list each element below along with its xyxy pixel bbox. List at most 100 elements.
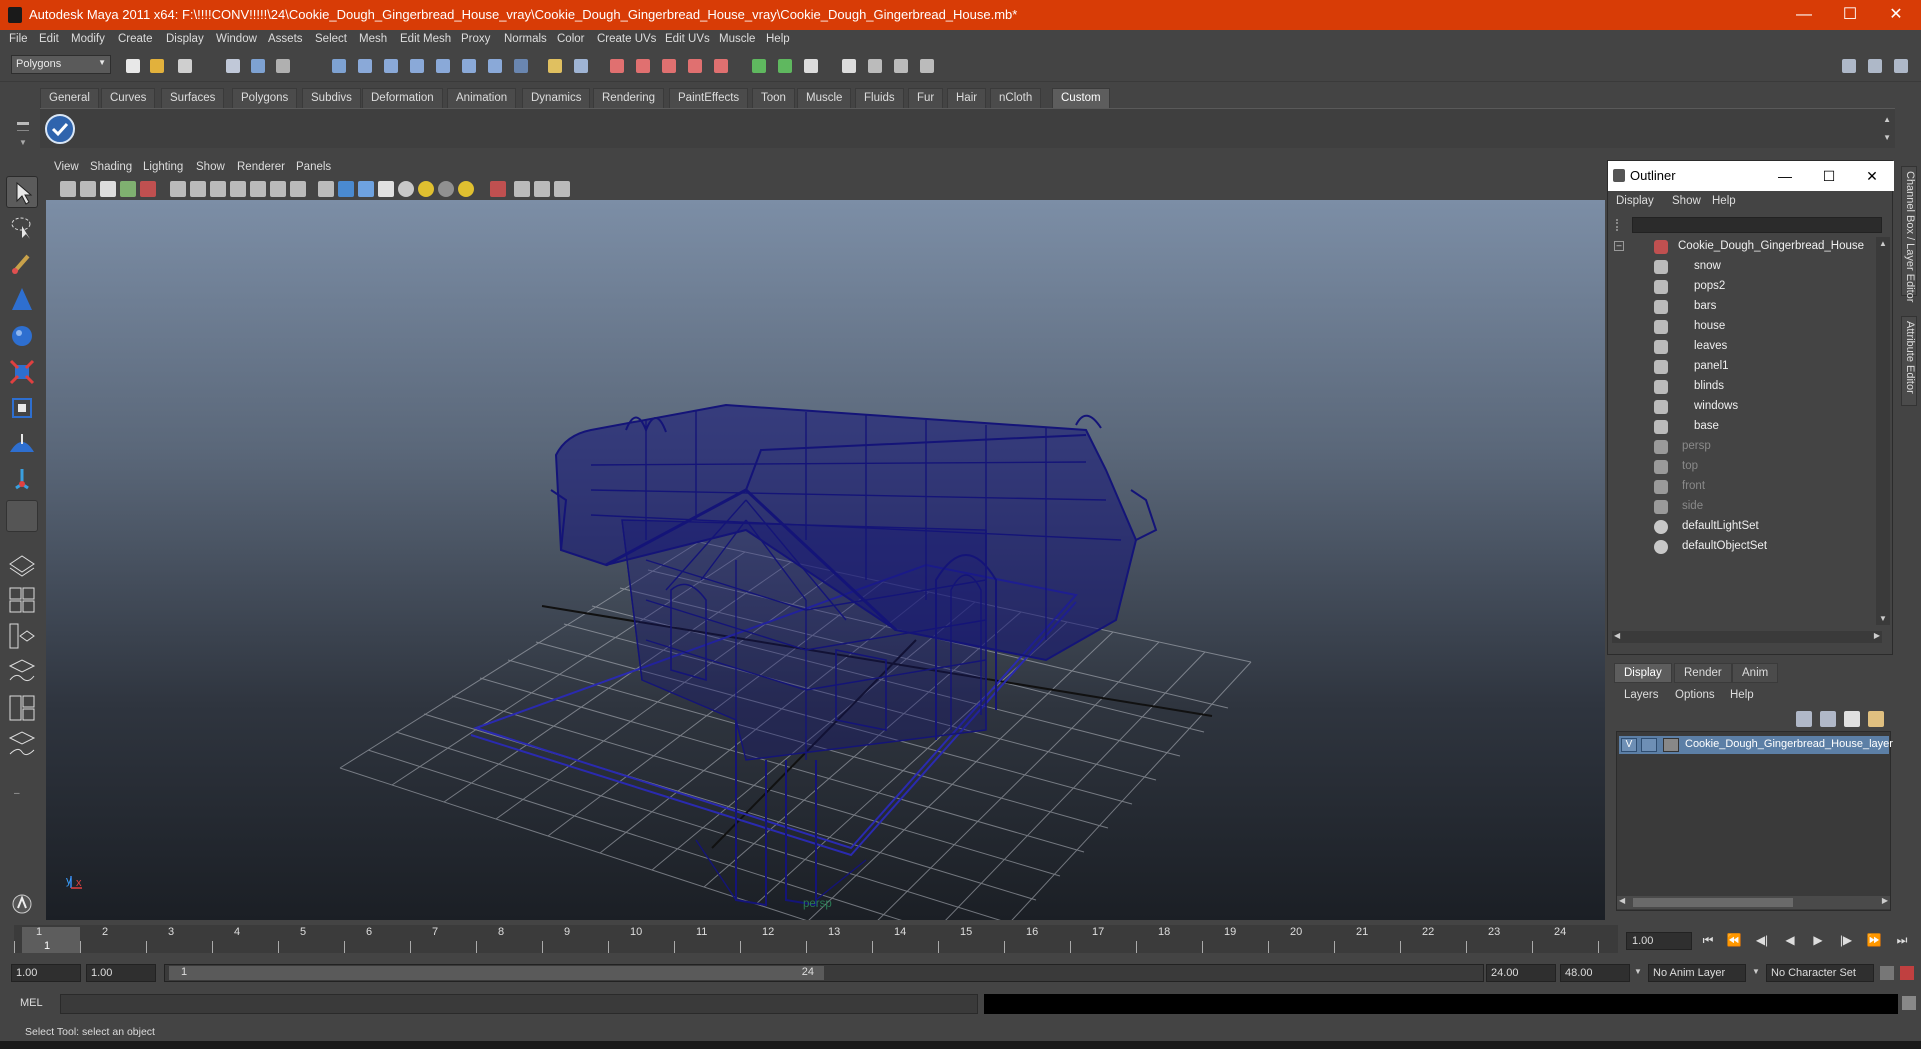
shelf-tab-toon[interactable]: Toon — [752, 88, 795, 108]
step-forward-frame-icon[interactable]: ⏩ — [1864, 933, 1884, 951]
menu-normals[interactable]: Normals — [504, 33, 547, 45]
outliner-item-mesh[interactable]: house — [1608, 317, 1876, 337]
rename-icon[interactable] — [710, 55, 732, 77]
input-ops-icon[interactable] — [658, 55, 680, 77]
shelf-tab-fluids[interactable]: Fluids — [855, 88, 904, 108]
construction-icon[interactable] — [632, 55, 654, 77]
play-backwards-icon[interactable]: ◀ — [1780, 933, 1800, 951]
field-chart-icon[interactable] — [250, 181, 266, 197]
outliner-horizontal-scrollbar[interactable]: ◀ ▶ — [1612, 631, 1882, 643]
minimize-button[interactable]: — — [1781, 0, 1827, 30]
time-slider[interactable]: 1 1 2 3 4 5 6 7 8 9 10 11 12 13 14 15 16… — [14, 925, 1618, 953]
layer-tab-display[interactable]: Display — [1614, 663, 1672, 683]
layout-persp-outliner-icon[interactable] — [6, 620, 38, 652]
character-set-dropdown-icon[interactable]: ▼ — [1752, 967, 1760, 976]
shelf-tab-surfaces[interactable]: Surfaces — [161, 88, 225, 108]
go-to-start-icon[interactable]: ⏮ — [1698, 933, 1718, 951]
film-gate-icon[interactable] — [190, 181, 206, 197]
menu-select[interactable]: Select — [315, 33, 347, 45]
checkmark-icon[interactable] — [45, 114, 75, 144]
shelf-tab-hair[interactable]: Hair — [947, 88, 987, 108]
safe-action-icon[interactable] — [270, 181, 286, 197]
animation-start-field[interactable]: 1.00 — [11, 964, 81, 982]
menu-color[interactable]: Color — [557, 33, 584, 45]
lock-icon[interactable] — [544, 55, 566, 77]
shelf-tab-polygons[interactable]: Polygons — [232, 88, 298, 108]
toolbox-more-icon[interactable]: – — [14, 788, 30, 799]
image-plane-icon[interactable] — [120, 181, 136, 197]
layer-add-icon[interactable] — [1844, 711, 1860, 727]
outliner-item-camera[interactable]: side — [1608, 497, 1876, 517]
layout-persp-graph-icon[interactable] — [6, 656, 38, 688]
menu-mesh[interactable]: Mesh — [359, 33, 387, 45]
menu-assets[interactable]: Assets — [268, 33, 303, 45]
outliner-minimize-button[interactable]: — — [1765, 163, 1805, 189]
snap-curve-icon[interactable] — [354, 55, 376, 77]
channel-box-tab[interactable]: Channel Box / Layer Editor — [1901, 166, 1917, 302]
new-layer-empty-icon[interactable] — [1796, 711, 1812, 727]
save-scene-icon[interactable] — [174, 55, 196, 77]
viewport-menu-shading[interactable]: Shading — [90, 161, 132, 173]
perspective-viewport[interactable]: x y persp — [46, 200, 1605, 920]
snap-surface-icon[interactable] — [484, 55, 506, 77]
layer-row[interactable]: V Cookie_Dough_Gingerbread_House_layer — [1619, 736, 1893, 754]
menu-muscle[interactable]: Muscle — [719, 33, 755, 45]
outliner-item-mesh[interactable]: pops2 — [1608, 277, 1876, 297]
outliner-close-button[interactable]: ✕ — [1852, 163, 1892, 189]
show-manipulator-icon[interactable] — [6, 464, 38, 496]
xray-joints-icon[interactable] — [534, 181, 550, 197]
shelf-tab-fur[interactable]: Fur — [908, 88, 944, 108]
hypershade-icon[interactable] — [838, 55, 860, 77]
outliner-item-camera[interactable]: persp — [1608, 437, 1876, 457]
playback-start-field[interactable]: 1.00 — [86, 964, 156, 982]
outliner-menu-help[interactable]: Help — [1712, 195, 1736, 207]
shelf-tab-subdivs[interactable]: Subdivs — [302, 88, 361, 108]
layer-color-swatch[interactable] — [1663, 738, 1679, 752]
bookmarks-icon[interactable] — [100, 181, 116, 197]
anim-layer-dropdown-icon[interactable]: ▼ — [1634, 967, 1642, 976]
last-tool-used-icon[interactable] — [6, 500, 38, 532]
snap-plane-icon[interactable] — [406, 55, 428, 77]
menu-create[interactable]: Create — [118, 33, 153, 45]
smooth-shading-icon[interactable] — [338, 181, 354, 197]
select-object-icon[interactable] — [247, 55, 269, 77]
step-back-key-icon[interactable]: ◀| — [1752, 933, 1772, 951]
outliner-item-mesh[interactable]: windows — [1608, 397, 1876, 417]
resolution-gate-icon[interactable] — [210, 181, 226, 197]
menu-edit-uvs[interactable]: Edit UVs — [665, 33, 710, 45]
snap-live-icon[interactable] — [432, 55, 454, 77]
outliner-item-group[interactable]: – Cookie_Dough_Gingerbread_House — [1608, 237, 1876, 257]
layer-menu-help[interactable]: Help — [1730, 689, 1754, 701]
collapse-icon[interactable]: – — [1614, 241, 1624, 251]
layer-menu-options[interactable]: Options — [1675, 689, 1715, 701]
select-tool-icon[interactable] — [6, 176, 38, 208]
outliner-item-set[interactable]: defaultLightSet — [1608, 517, 1876, 537]
vray-settings-icon[interactable] — [916, 55, 938, 77]
close-button[interactable]: ✕ — [1873, 0, 1919, 30]
shelf-tab-deformation[interactable]: Deformation — [362, 88, 443, 108]
step-back-frame-icon[interactable]: ⏪ — [1724, 933, 1744, 951]
layout-graph-editor-icon[interactable] — [6, 728, 38, 760]
menu-modify[interactable]: Modify — [71, 33, 105, 45]
render-view-icon[interactable] — [864, 55, 886, 77]
menu-edit-mesh[interactable]: Edit Mesh — [400, 33, 451, 45]
help-icon[interactable] — [510, 55, 532, 77]
viewport-menu-show[interactable]: Show — [196, 161, 225, 173]
shelf-tab-painteffects[interactable]: PaintEffects — [669, 88, 749, 108]
viewport-menu-view[interactable]: View — [54, 161, 79, 173]
command-language-label[interactable]: MEL — [20, 997, 43, 1009]
outliner-item-mesh[interactable]: base — [1608, 417, 1876, 437]
menu-edit[interactable]: Edit — [39, 33, 59, 45]
step-forward-key-icon[interactable]: |▶ — [1836, 933, 1856, 951]
shelf-tab-custom[interactable]: Custom — [1052, 88, 1110, 108]
outliner-maximize-button[interactable]: ☐ — [1809, 163, 1849, 189]
attribute-editor-tab[interactable]: Attribute Editor — [1901, 316, 1917, 406]
animation-end-field[interactable]: 48.00 — [1560, 964, 1630, 982]
animation-preferences-icon[interactable] — [1900, 966, 1914, 980]
open-scene-icon[interactable] — [146, 55, 168, 77]
isolate-select-icon[interactable] — [490, 181, 506, 197]
snap-grid-icon[interactable] — [328, 55, 350, 77]
layout-hypershade-icon[interactable] — [6, 692, 38, 724]
shelf-scroll-up-icon[interactable]: ▲ — [1883, 115, 1891, 124]
shadows-icon[interactable] — [438, 181, 454, 197]
